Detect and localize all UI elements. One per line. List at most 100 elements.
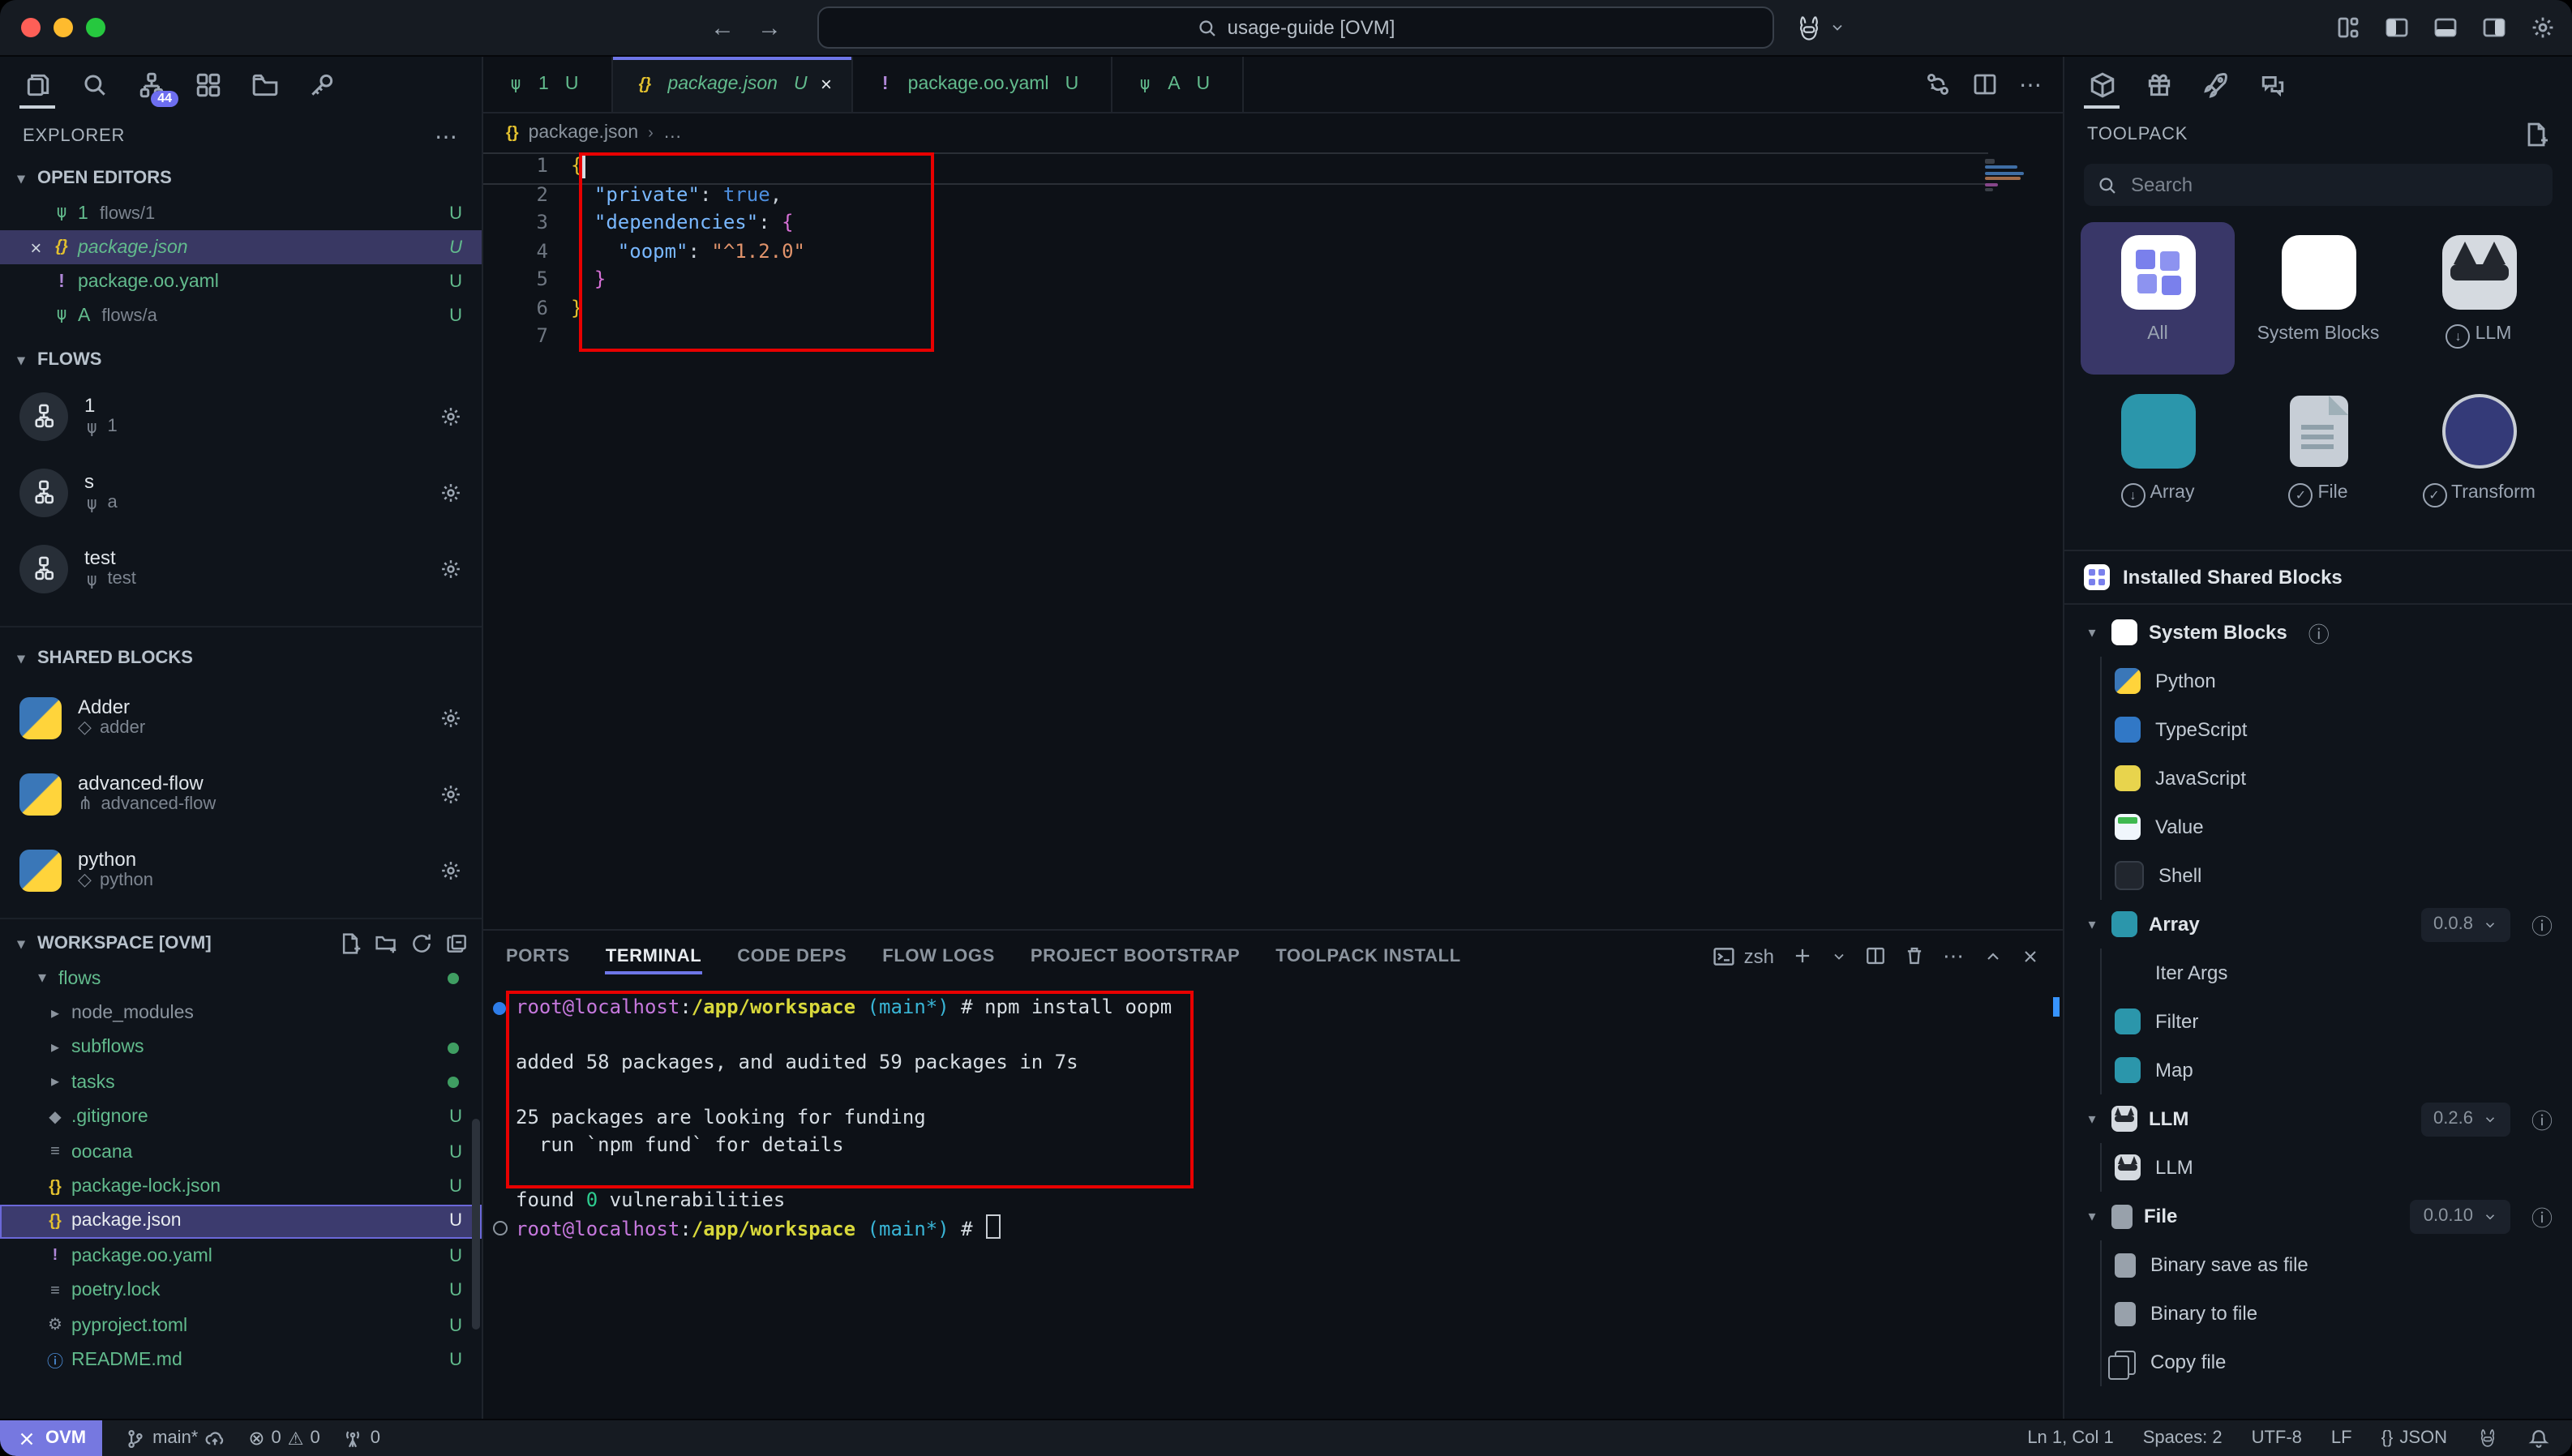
maximize-window-button[interactable] xyxy=(86,18,105,37)
terminal-dropdown-icon[interactable] xyxy=(1831,948,1847,964)
flows-section-header[interactable]: ▾FLOWS xyxy=(0,342,482,378)
shared-blocks-section-header[interactable]: ▾SHARED BLOCKS xyxy=(0,626,482,679)
version-dropdown[interactable]: 0.0.8 xyxy=(2420,907,2510,941)
block-item[interactable]: Python xyxy=(2102,657,2572,705)
flow-card[interactable]: test ⋔test xyxy=(0,530,482,606)
new-file-icon[interactable] xyxy=(339,932,362,955)
block-item[interactable]: LLM xyxy=(2102,1143,2572,1192)
cloud-upload-icon[interactable] xyxy=(204,1428,225,1449)
toolpack-search[interactable] xyxy=(2084,164,2553,206)
tree-row[interactable]: ⓘ README.md U xyxy=(0,1343,482,1378)
block-settings-gear-icon[interactable] xyxy=(439,782,462,805)
notifications-bell-icon[interactable] xyxy=(2528,1428,2549,1449)
remote-indicator[interactable]: OVM xyxy=(0,1420,102,1456)
minimap[interactable] xyxy=(1985,157,2040,195)
new-terminal-icon[interactable] xyxy=(1792,945,1813,966)
group-header[interactable]: ▾ Array 0.0.8 ⓘ xyxy=(2064,900,2572,949)
nav-forward-button[interactable]: → xyxy=(757,14,782,41)
folder-icon[interactable] xyxy=(243,60,285,109)
flow-settings-gear-icon[interactable] xyxy=(439,557,462,580)
block-item[interactable]: Iter Args xyxy=(2102,949,2572,997)
tree-row[interactable]: ≡ poetry.lock U xyxy=(0,1274,482,1308)
toolpack-category-card[interactable]: ↓ LLM xyxy=(2402,222,2556,375)
block-item[interactable]: Value xyxy=(2102,803,2572,851)
toggle-sidebar-icon[interactable] xyxy=(2384,15,2410,41)
group-info-icon[interactable]: ⓘ xyxy=(2308,617,2330,648)
tree-row[interactable]: ≡ oocana U xyxy=(0,1135,482,1170)
encoding[interactable]: UTF-8 xyxy=(2252,1428,2302,1448)
version-dropdown[interactable]: 0.0.10 xyxy=(2411,1199,2510,1233)
nav-back-button[interactable]: ← xyxy=(710,14,735,41)
editor-tab[interactable]: {} package.json U × xyxy=(612,57,852,112)
group-caret-icon[interactable]: ▾ xyxy=(2084,623,2100,641)
explorer-more-icon[interactable]: ⋯ xyxy=(435,122,459,150)
toggle-rightpanel-icon[interactable] xyxy=(2481,15,2507,41)
explorer-icon[interactable] xyxy=(16,60,58,109)
toolpack-category-card[interactable]: ↓ Array xyxy=(2081,381,2235,533)
blocks-icon[interactable] xyxy=(186,60,229,109)
code-editor[interactable]: 1 { 2 "private": true, 3 "dependencies":… xyxy=(483,152,2063,929)
new-folder-icon[interactable] xyxy=(375,932,397,955)
shell-selector[interactable]: zsh xyxy=(1713,944,1774,967)
problems-status[interactable]: ⊗0 ⚠0 xyxy=(248,1427,319,1450)
block-item[interactable]: Filter xyxy=(2102,997,2572,1046)
settings-gear-icon[interactable] xyxy=(2530,15,2556,41)
customize-layout-icon[interactable] xyxy=(2335,15,2361,41)
terminal[interactable]: root@localhost:/app/workspace (main*) # … xyxy=(483,981,2063,1419)
block-item[interactable]: Binary save as file xyxy=(2102,1240,2572,1289)
toolpack-new-file-icon[interactable] xyxy=(2523,122,2549,148)
shared-block-card[interactable]: Adder ◇adder xyxy=(0,679,482,756)
tree-row[interactable]: {} package.json U xyxy=(0,1204,482,1239)
block-item[interactable]: Map xyxy=(2102,1046,2572,1094)
block-item[interactable]: Shell xyxy=(2102,851,2572,900)
keys-icon[interactable] xyxy=(300,60,342,109)
open-editors-header[interactable]: ▾OPEN EDITORS xyxy=(0,161,482,196)
toolpack-category-card[interactable]: System Blocks xyxy=(2241,222,2395,375)
mascot-menu[interactable] xyxy=(1794,12,1845,43)
editor-tab[interactable]: ! package.oo.yaml U xyxy=(853,57,1113,112)
group-caret-icon[interactable]: ▾ xyxy=(2084,1207,2100,1225)
panel-tab[interactable]: PORTS xyxy=(506,931,570,981)
refresh-icon[interactable] xyxy=(410,932,433,955)
block-item[interactable]: JavaScript xyxy=(2102,754,2572,803)
command-center-search[interactable]: usage-guide [OVM] xyxy=(817,6,1774,49)
editor-more-icon[interactable]: ⋯ xyxy=(2019,71,2043,98)
rocket-icon[interactable] xyxy=(2194,60,2236,109)
split-terminal-icon[interactable] xyxy=(1865,945,1886,966)
tree-row[interactable]: ⚙ pyproject.toml U xyxy=(0,1308,482,1343)
tab-close-icon[interactable]: × xyxy=(821,73,832,96)
maximize-panel-icon[interactable] xyxy=(1983,946,2003,966)
collapse-folders-icon[interactable] xyxy=(446,932,469,955)
git-branch-status[interactable]: main* xyxy=(125,1428,225,1449)
flows-icon[interactable]: 44 xyxy=(130,60,172,109)
open-editor-row[interactable]: ⋔ 1 flows/1 U xyxy=(0,196,482,230)
tree-row[interactable]: ▸ subflows xyxy=(0,1031,482,1066)
panel-more-icon[interactable]: ⋯ xyxy=(1943,943,1965,969)
toolpack-search-input[interactable] xyxy=(2128,172,2540,198)
group-header[interactable]: ▾ System Blocks ⓘ xyxy=(2064,608,2572,657)
panel-tab[interactable]: PROJECT BOOTSTRAP xyxy=(1031,931,1240,981)
breadcrumb-rest[interactable]: … xyxy=(663,123,682,143)
toggle-panel-icon[interactable] xyxy=(2433,15,2458,41)
close-panel-icon[interactable] xyxy=(2021,946,2040,966)
block-item[interactable]: TypeScript xyxy=(2102,705,2572,754)
open-editor-row[interactable]: ⋔ A flows/a U xyxy=(0,298,482,332)
ports-status[interactable]: 0 xyxy=(343,1428,380,1449)
tree-row[interactable]: ▾ flows xyxy=(0,961,482,996)
terminal-scrollbar[interactable] xyxy=(2053,997,2060,1017)
eol[interactable]: LF xyxy=(2331,1428,2352,1448)
breadcrumb-file[interactable]: package.json xyxy=(529,123,639,143)
kill-terminal-icon[interactable] xyxy=(1904,945,1925,966)
group-caret-icon[interactable]: ▾ xyxy=(2084,915,2100,933)
tree-row[interactable]: ! package.oo.yaml U xyxy=(0,1239,482,1274)
minimize-window-button[interactable] xyxy=(54,18,73,37)
block-item[interactable]: Copy file xyxy=(2102,1338,2572,1386)
group-info-icon[interactable]: ⓘ xyxy=(2531,1201,2553,1231)
editor-tab[interactable]: ⋔ 1 U xyxy=(483,57,612,112)
search-icon[interactable] xyxy=(73,60,115,109)
sidebar-scrollbar[interactable] xyxy=(472,1119,480,1330)
flow-card[interactable]: 1 ⋔1 xyxy=(0,378,482,454)
compare-changes-icon[interactable] xyxy=(1925,71,1951,97)
breadcrumb[interactable]: {} package.json › … xyxy=(483,113,2063,152)
tree-row[interactable]: ▸ tasks xyxy=(0,1065,482,1100)
